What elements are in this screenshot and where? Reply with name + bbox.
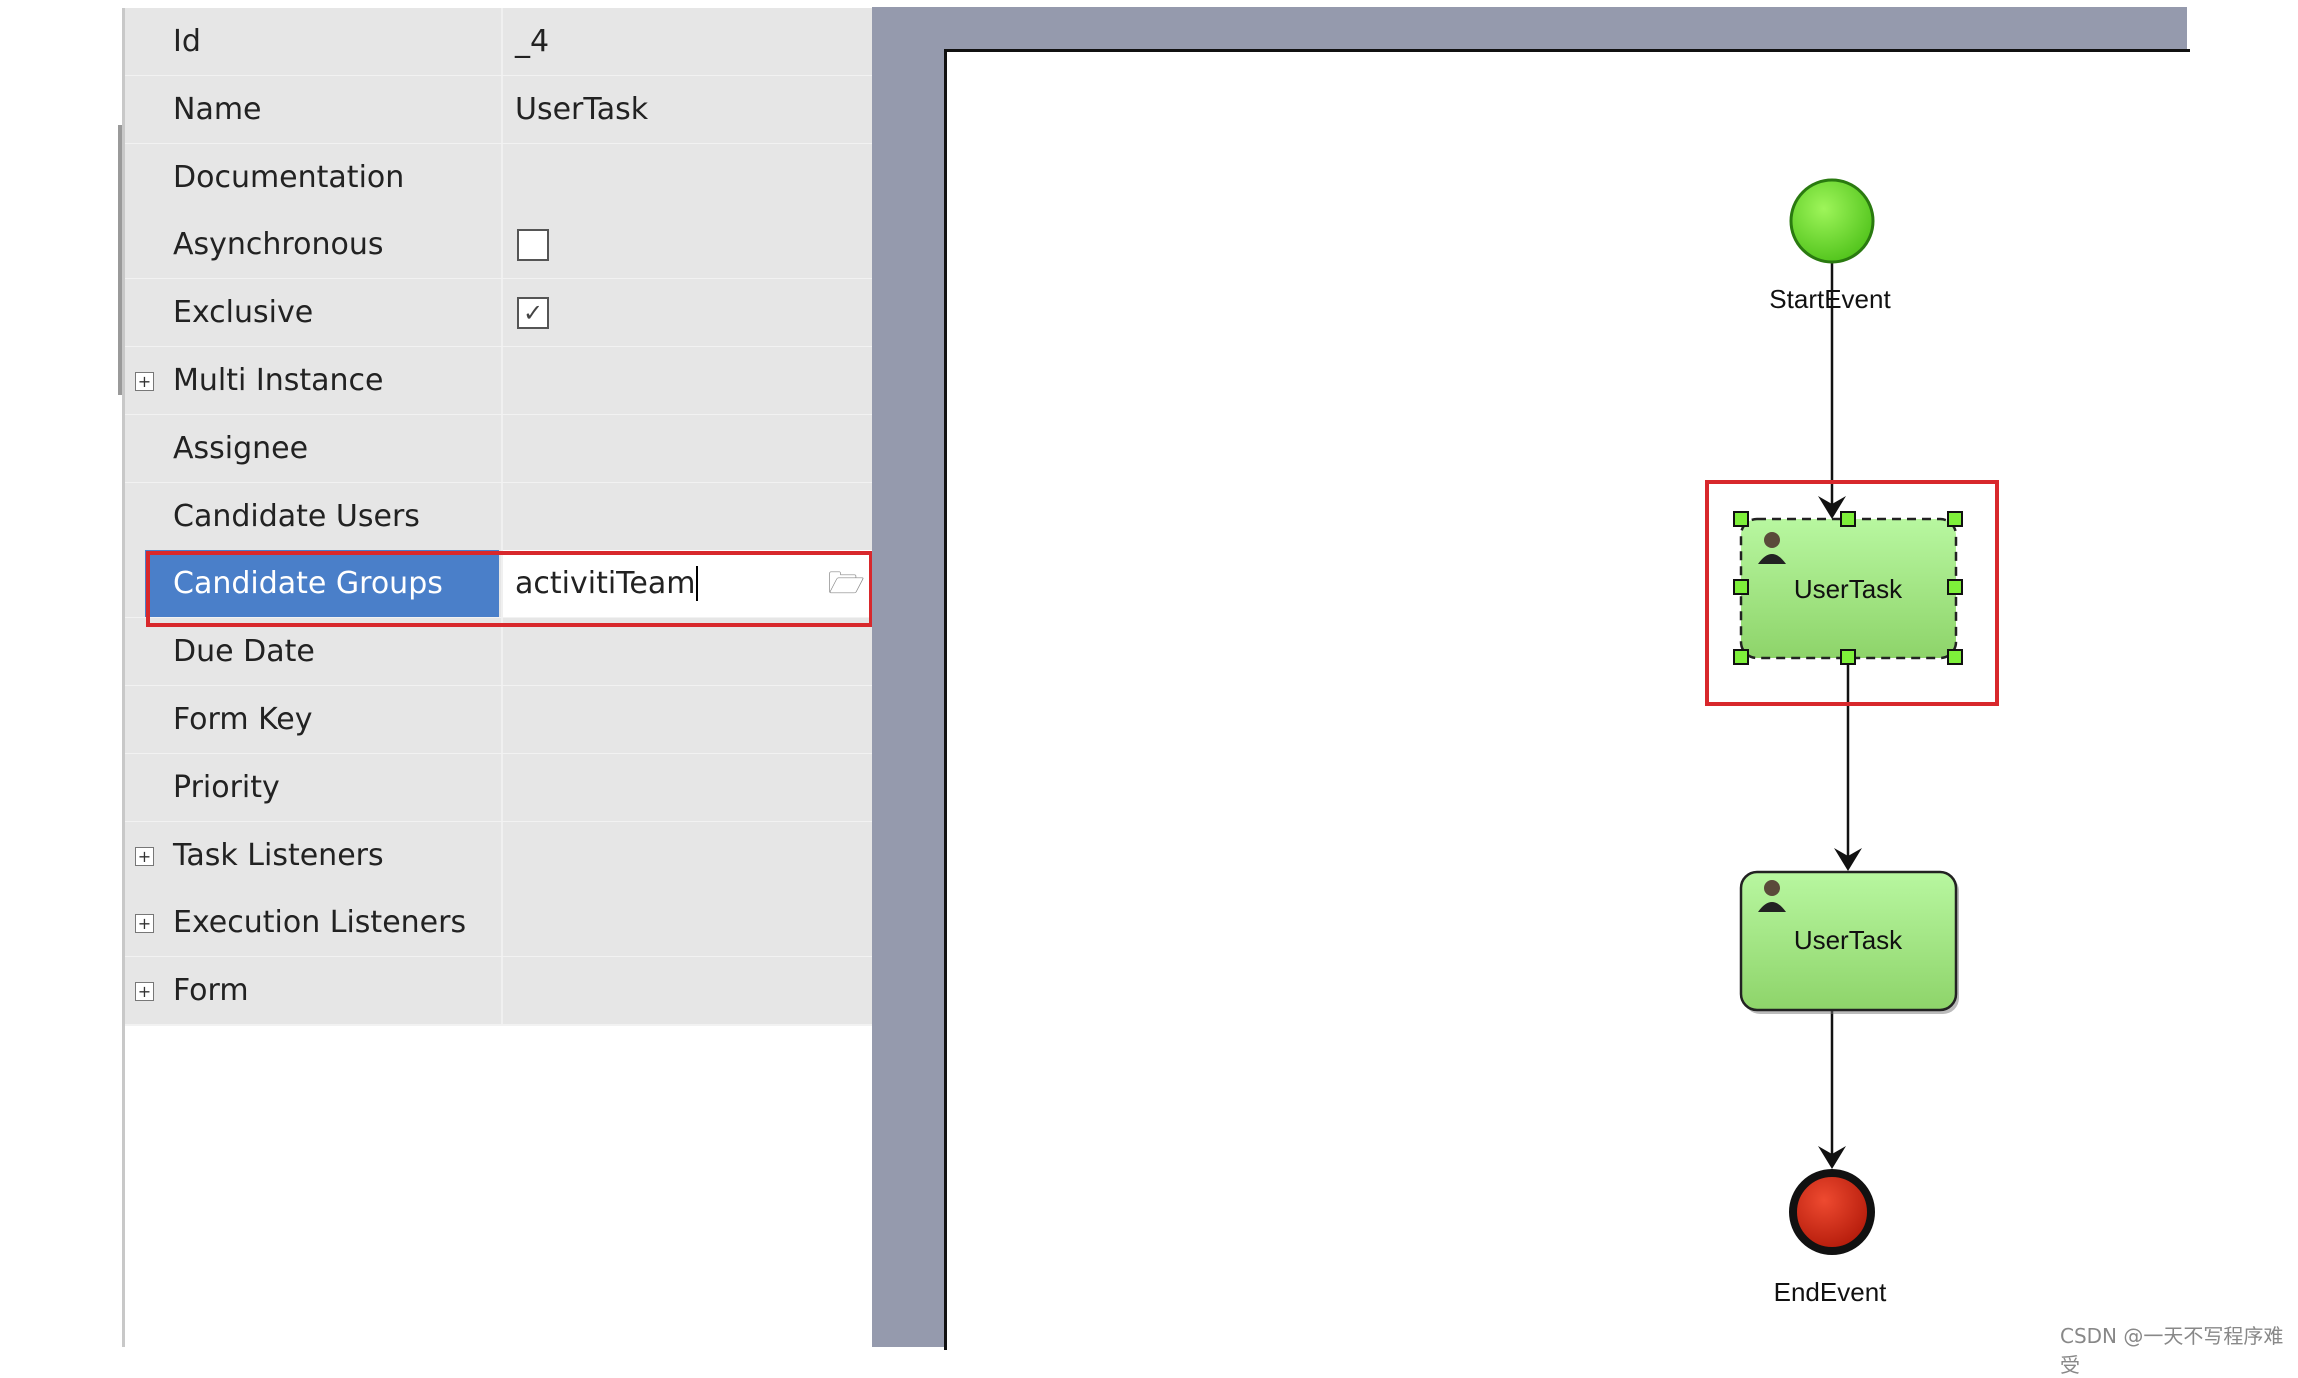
bpmn-diagram: StartEvent UserTask UserTask EndEvent <box>1705 178 1999 1307</box>
start-event-label: StartEvent <box>1769 284 1891 314</box>
start-event[interactable] <box>1789 178 1875 264</box>
watermark: CSDN @一天不写程序难受 <box>2060 1324 2284 1377</box>
task-label: UserTask <box>1794 925 1903 955</box>
task-label: UserTask <box>1794 574 1903 604</box>
user-task-2[interactable]: UserTask <box>1739 870 1959 1014</box>
user-task-1[interactable]: UserTask <box>1733 511 1963 665</box>
end-event-label: EndEvent <box>1774 1277 1888 1307</box>
end-event[interactable] <box>1789 1169 1875 1255</box>
